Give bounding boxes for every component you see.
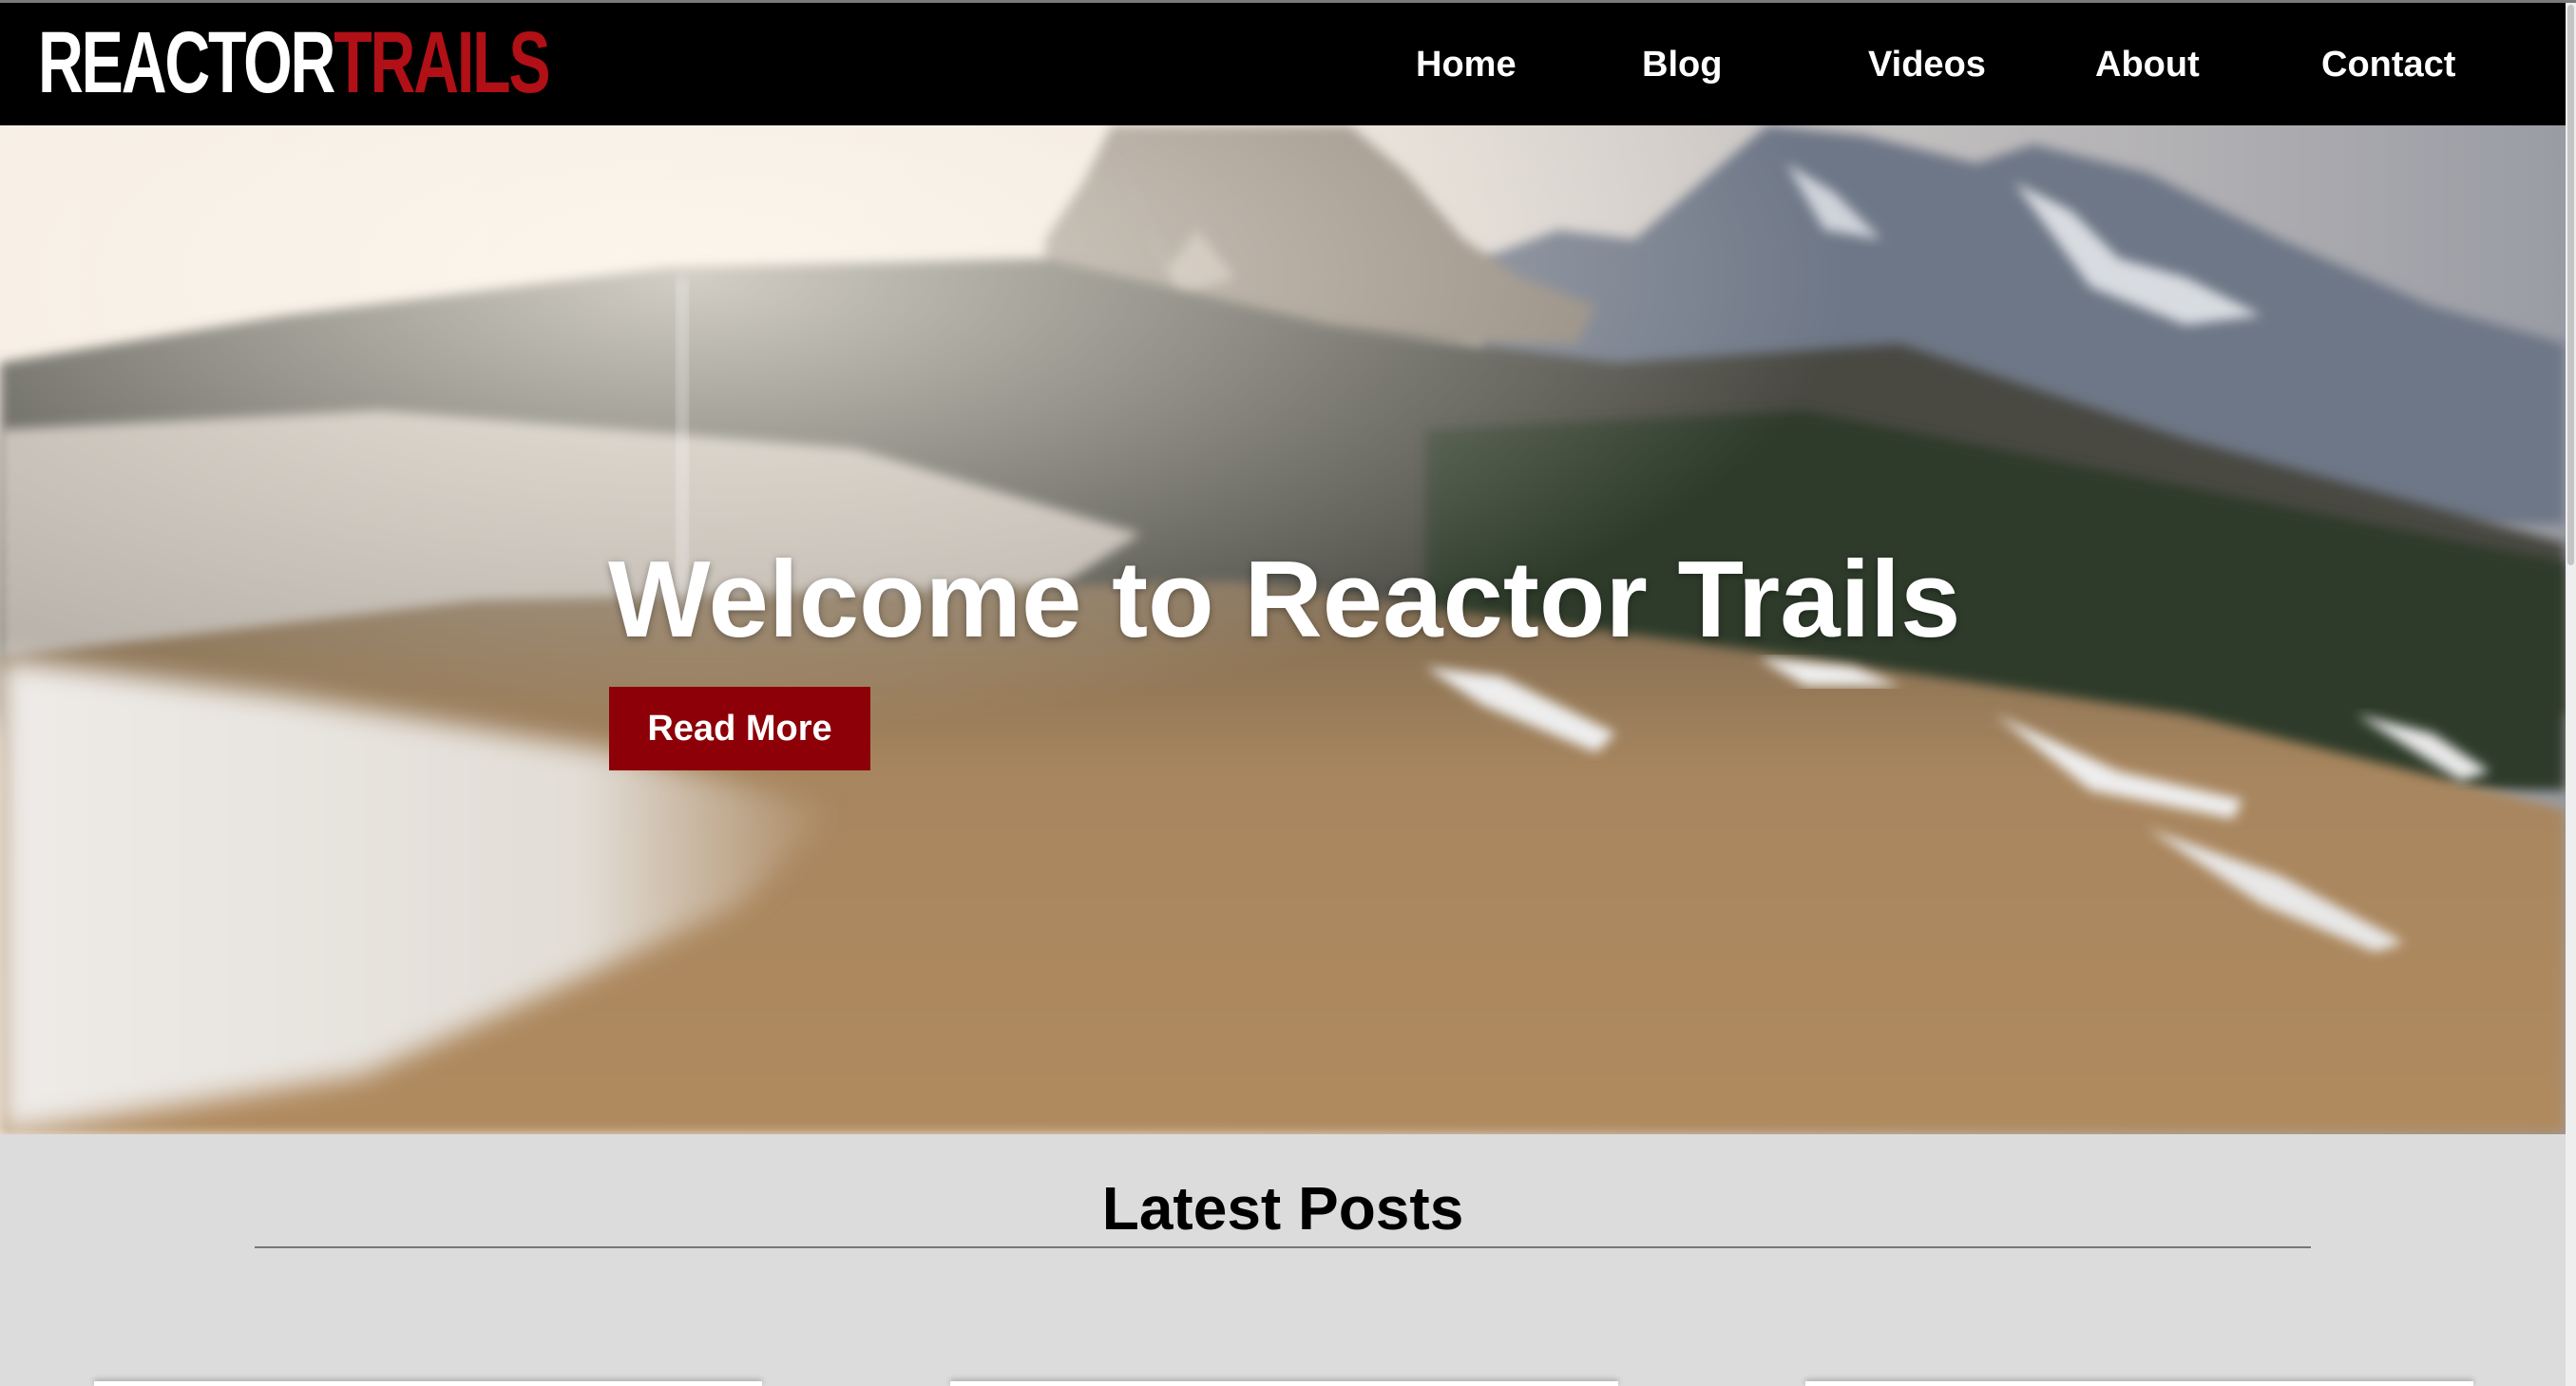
scrollbar-thumb[interactable] [2567,5,2574,565]
hero-title: Welcome to Reactor Trails [608,540,1961,660]
nav-link-contact[interactable]: Contact [2321,43,2455,86]
logo-primary-text: REACTOR [38,14,335,111]
post-card[interactable] [950,1381,1618,1386]
section-divider [255,1246,2311,1248]
nav-link-videos[interactable]: Videos [1868,43,1986,86]
nav-link-about[interactable]: About [2095,43,2200,86]
site-logo[interactable]: REACTORTRAILS [38,19,551,106]
page-scrollbar[interactable] [2566,3,2576,1386]
site-header: REACTORTRAILS Home Blog Videos About Con… [0,3,2566,125]
nav-link-home[interactable]: Home [1416,43,1517,86]
post-card[interactable] [1805,1381,2473,1386]
latest-posts-heading: Latest Posts [1101,1174,1464,1243]
read-more-button[interactable]: Read More [609,687,870,770]
hero-banner: Welcome to Reactor Trails Read More [0,125,2566,1134]
logo-accent-text: TRAILS [334,14,550,111]
post-card[interactable] [94,1381,762,1386]
nav-link-blog[interactable]: Blog [1642,43,1722,86]
